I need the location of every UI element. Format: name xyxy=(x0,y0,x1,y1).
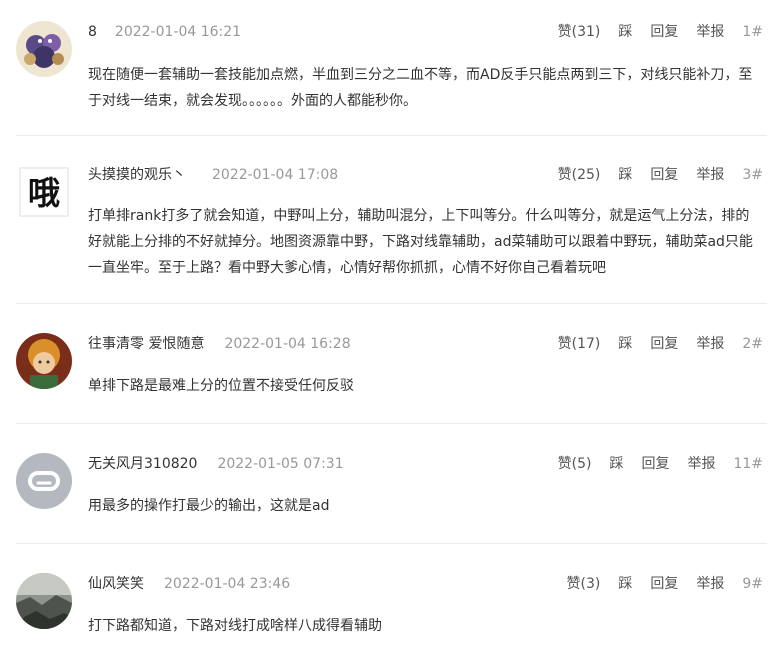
comment-meta: 头摸摸的观乐丶 2022-01-04 17:08 xyxy=(88,165,338,185)
floor-number: 9# xyxy=(742,576,763,592)
comment-time: 2022-01-04 23:46 xyxy=(164,576,291,592)
dislike-button[interactable]: 踩 xyxy=(618,334,632,354)
like-button[interactable]: 赞(5) xyxy=(558,454,592,474)
comment-time: 2022-01-04 17:08 xyxy=(212,167,339,183)
comment-meta: 8 2022-01-04 16:21 xyxy=(88,22,241,42)
divider xyxy=(16,423,767,424)
comment-actions: 赞(5) 踩 回复 举报 11# xyxy=(558,454,763,474)
floor-number: 11# xyxy=(733,456,763,472)
avatar[interactable]: 哦 xyxy=(16,164,72,220)
comment-text: 打单排rank打多了就会知道，中野叫上分，辅助叫混分，上下叫等分。什么叫等分，就… xyxy=(88,208,753,276)
comment-meta: 无关风月310820 2022-01-05 07:31 xyxy=(88,454,344,474)
avatar[interactable] xyxy=(16,21,72,77)
comment-time: 2022-01-04 16:21 xyxy=(114,24,242,40)
comment-time: 2022-01-04 16:28 xyxy=(224,336,351,352)
avatar[interactable] xyxy=(16,573,72,629)
reply-button[interactable]: 回复 xyxy=(641,454,669,474)
comment-text: 打下路都知道，下路对线打成啥样八成得看辅助 xyxy=(88,618,382,634)
username[interactable]: 往事清零 爱恨随意 xyxy=(88,336,204,352)
comment-actions: 赞(31) 踩 回复 举报 1# xyxy=(558,22,763,42)
comment-actions: 赞(3) 踩 回复 举报 9# xyxy=(567,574,763,594)
username[interactable]: 8 xyxy=(88,24,97,40)
comment-time: 2022-01-05 07:31 xyxy=(217,456,344,472)
report-button[interactable]: 举报 xyxy=(696,22,724,42)
floor-number: 1# xyxy=(742,24,763,40)
avatar-image: 哦 xyxy=(16,164,72,220)
username[interactable]: 仙风笑笑 xyxy=(88,576,144,592)
reply-button[interactable]: 回复 xyxy=(650,22,678,42)
comment-meta: 往事清零 爱恨随意 2022-01-04 16:28 xyxy=(88,334,351,354)
floor-number: 2# xyxy=(742,336,763,352)
like-button[interactable]: 赞(31) xyxy=(558,22,601,42)
avatar[interactable] xyxy=(16,453,72,509)
divider xyxy=(16,543,767,544)
floor-number: 3# xyxy=(742,167,763,183)
avatar-image xyxy=(16,333,72,389)
comment-text: 单排下路是最难上分的位置不接受任何反驳 xyxy=(88,378,354,394)
report-button[interactable]: 举报 xyxy=(696,574,724,594)
like-button[interactable]: 赞(25) xyxy=(558,165,601,185)
reply-button[interactable]: 回复 xyxy=(650,334,678,354)
comment-text: 用最多的操作打最少的输出，这就是ad xyxy=(88,498,330,514)
like-button[interactable]: 赞(3) xyxy=(567,574,601,594)
reply-button[interactable]: 回复 xyxy=(650,165,678,185)
avatar[interactable] xyxy=(16,333,72,389)
like-button[interactable]: 赞(17) xyxy=(558,334,601,354)
comment-actions: 赞(17) 踩 回复 举报 2# xyxy=(558,334,763,354)
report-button[interactable]: 举报 xyxy=(696,334,724,354)
report-button[interactable]: 举报 xyxy=(696,165,724,185)
username[interactable]: 头摸摸的观乐丶 xyxy=(88,167,186,183)
dislike-button[interactable]: 踩 xyxy=(609,454,623,474)
dislike-button[interactable]: 踩 xyxy=(618,574,632,594)
dislike-button[interactable]: 踩 xyxy=(618,165,632,185)
divider xyxy=(16,135,767,136)
divider xyxy=(16,303,767,304)
comment-meta: 仙风笑笑 2022-01-04 23:46 xyxy=(88,574,290,594)
avatar-image xyxy=(16,573,72,629)
avatar-char: 哦 xyxy=(28,174,60,212)
report-button[interactable]: 举报 xyxy=(687,454,715,474)
comment-text: 现在随便一套辅助一套技能加点燃，半血到三分之二血不等，而AD反手只能点两到三下，… xyxy=(88,67,753,109)
comment-actions: 赞(25) 踩 回复 举报 3# xyxy=(558,165,763,185)
dislike-button[interactable]: 踩 xyxy=(618,22,632,42)
avatar-image xyxy=(16,21,72,77)
username[interactable]: 无关风月310820 xyxy=(88,456,197,472)
reply-button[interactable]: 回复 xyxy=(650,574,678,594)
default-avatar-icon xyxy=(16,453,72,509)
